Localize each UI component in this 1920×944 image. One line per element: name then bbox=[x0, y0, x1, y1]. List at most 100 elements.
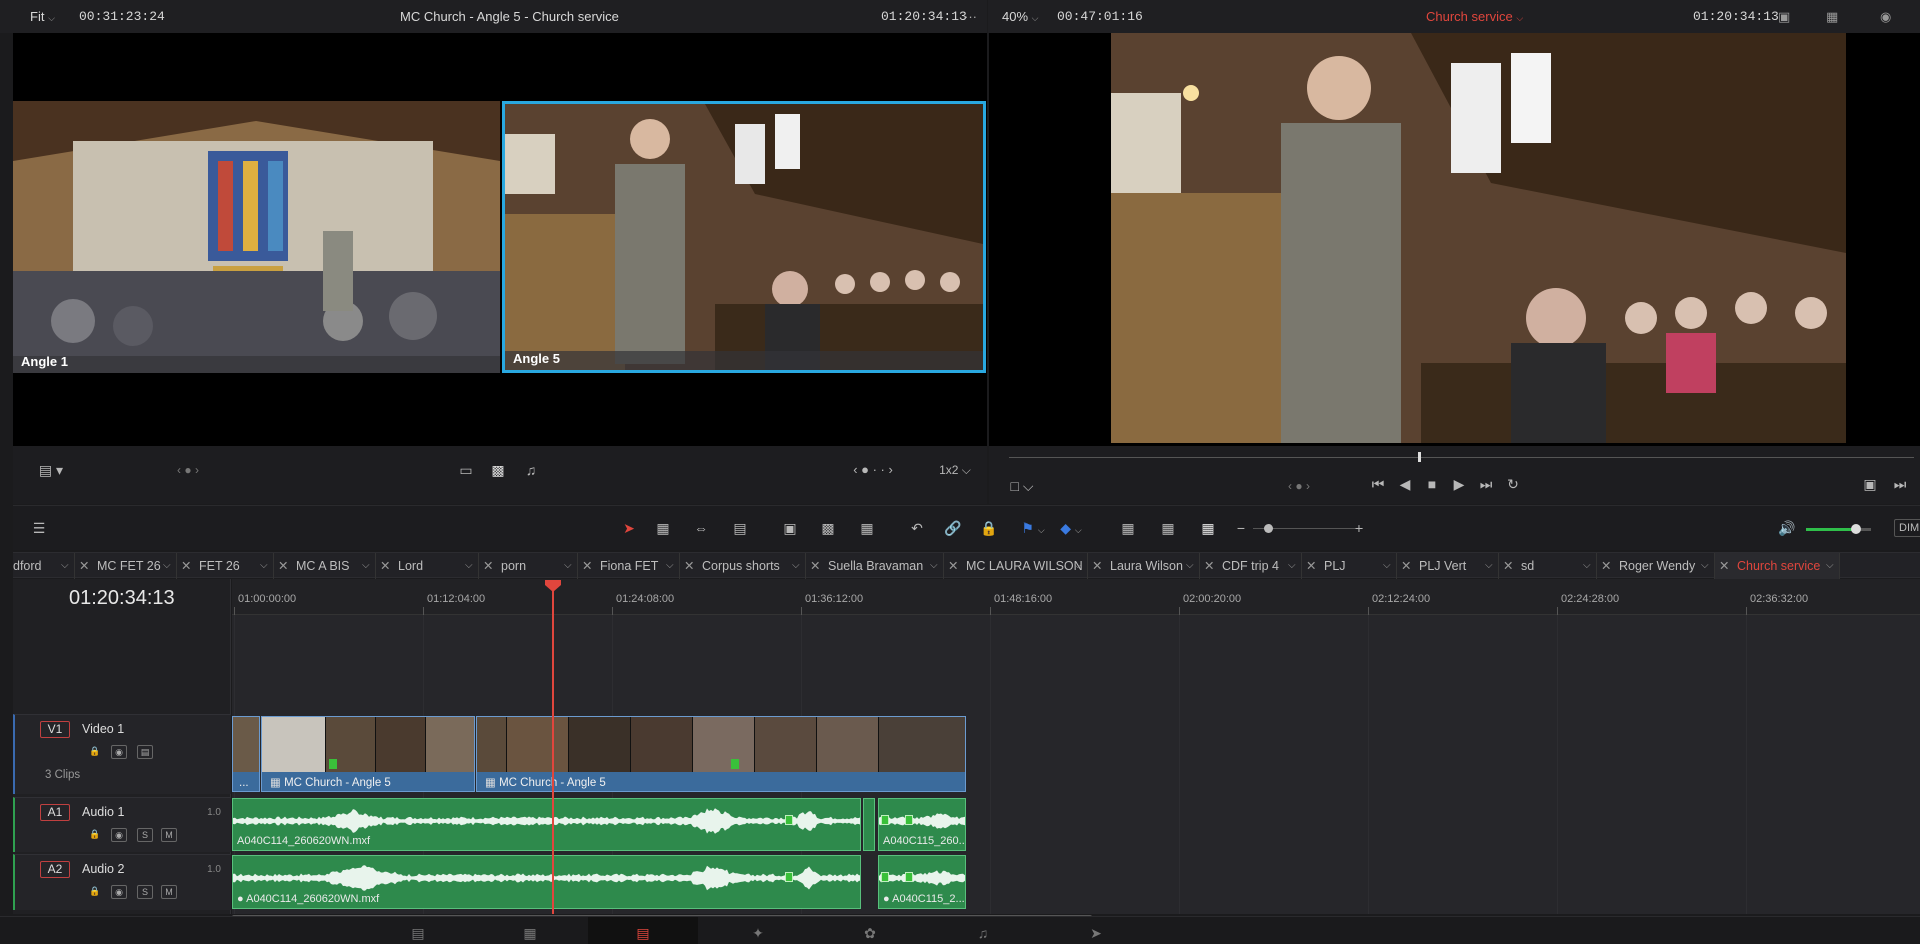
audio-clip[interactable]: A040C115_260... bbox=[878, 798, 966, 851]
timeline-tab[interactable]: ✕ FET 26 ⌵ bbox=[177, 553, 274, 579]
crop-icon[interactable]: □ ⌵ bbox=[1007, 478, 1037, 494]
timeline-tab[interactable]: ✕ MC LAURA WILSON ⌵ bbox=[944, 553, 1088, 579]
close-icon[interactable]: ✕ bbox=[278, 553, 288, 579]
position-lock-icon[interactable]: 🔒 bbox=[977, 520, 1001, 536]
playhead[interactable] bbox=[552, 585, 554, 914]
flag-icon[interactable]: ⚑ ⌵ bbox=[1018, 520, 1048, 538]
chevron-down-icon[interactable]: ⌵ bbox=[465, 553, 473, 579]
chevron-down-icon[interactable]: ⌵ bbox=[930, 553, 938, 579]
edit-page-tab[interactable]: ▤ bbox=[588, 917, 698, 944]
volume-slider[interactable] bbox=[1806, 528, 1856, 531]
timeline-ruler[interactable]: 01:00:00:00 01:12:04:00 01:24:08:00 01:36:1… bbox=[232, 579, 1920, 615]
viewer-mode-icon[interactable]: ▣ bbox=[1778, 0, 1790, 33]
angle-page-nav[interactable]: ‹ ● · · › bbox=[823, 462, 923, 478]
close-icon[interactable]: ✕ bbox=[1601, 553, 1611, 579]
step-back-icon[interactable]: ◀ bbox=[1394, 476, 1416, 492]
audio-clip[interactable]: ● A040C114_260620WN.mxf bbox=[232, 855, 861, 909]
clip-marker[interactable] bbox=[905, 815, 913, 825]
clip-marker[interactable] bbox=[881, 872, 889, 882]
timeline-tab[interactable]: ✕ Church service ⌵ bbox=[1715, 553, 1840, 579]
timeline-tab[interactable]: ✕ PLJ ⌵ bbox=[1302, 553, 1397, 579]
close-icon[interactable]: ✕ bbox=[1092, 553, 1102, 579]
clip-nav[interactable]: ‹ ● › bbox=[1274, 478, 1324, 494]
fairlight-page-icon[interactable]: ♫ bbox=[973, 925, 993, 941]
audio-only-icon[interactable]: ♫ bbox=[521, 462, 541, 478]
chevron-down-icon[interactable]: ⌵ bbox=[61, 553, 69, 579]
mute-button[interactable]: M bbox=[161, 885, 177, 899]
close-icon[interactable]: ✕ bbox=[79, 553, 89, 579]
replace-clip-icon[interactable]: ▦ bbox=[853, 520, 881, 536]
cut-page-icon[interactable]: ▦ bbox=[518, 925, 542, 941]
angle-nav[interactable]: ‹ ● › bbox=[163, 462, 213, 478]
trim-tool-icon[interactable]: ▦ bbox=[651, 520, 675, 536]
go-to-end-icon[interactable]: ⏭ bbox=[1475, 476, 1497, 492]
scrubber-handle[interactable] bbox=[1418, 452, 1421, 462]
timeline-tab[interactable]: ✕ Corpus shorts ⌵ bbox=[680, 553, 806, 579]
clip-marker[interactable] bbox=[785, 872, 793, 882]
zoom-slider-handle[interactable] bbox=[1264, 524, 1273, 533]
snapping-icon[interactable]: ↶ bbox=[905, 520, 929, 536]
clip-marker[interactable] bbox=[731, 759, 739, 769]
audio-clip[interactable]: ● A040C115_2... bbox=[878, 855, 966, 909]
stop-icon[interactable]: ■ bbox=[1421, 476, 1443, 492]
insert-clip-icon[interactable]: ▣ bbox=[778, 520, 802, 536]
chevron-down-icon[interactable]: ⌵ bbox=[1826, 553, 1834, 579]
mute-button[interactable]: M bbox=[161, 828, 177, 842]
blade-tool-icon[interactable]: ▤ bbox=[728, 520, 752, 536]
lock-icon[interactable]: 🔒 bbox=[87, 745, 103, 759]
close-icon[interactable]: ✕ bbox=[181, 553, 191, 579]
track-id-a2[interactable]: A2 bbox=[40, 861, 70, 878]
timeline-tab[interactable]: ✕ CDF trip 4 ⌵ bbox=[1200, 553, 1302, 579]
chevron-down-icon[interactable]: ⌵ bbox=[666, 553, 674, 579]
video-clip[interactable]: ▦ MC Church - Angle 5 bbox=[476, 716, 966, 792]
auto-select-icon[interactable]: ◉ bbox=[111, 885, 127, 899]
lock-icon[interactable]: 🔒 bbox=[87, 885, 103, 899]
timeline-tab[interactable]: ✕ Fiona FET ⌵ bbox=[578, 553, 680, 579]
volume-slider-handle[interactable] bbox=[1851, 524, 1861, 534]
chevron-down-icon[interactable]: ⌵ bbox=[1383, 553, 1391, 579]
timeline-tab[interactable]: ✕ MC FET 26 ⌵ bbox=[75, 553, 177, 579]
zoom-full-icon[interactable]: ▦ bbox=[1115, 520, 1141, 536]
angle-1-tile[interactable]: Angle 1 bbox=[13, 101, 500, 373]
next-frame-icon[interactable]: ⏭ bbox=[1889, 476, 1911, 492]
chevron-down-icon[interactable]: ⌵ bbox=[362, 553, 370, 579]
solo-button[interactable]: S bbox=[137, 885, 153, 899]
close-icon[interactable]: ✕ bbox=[1204, 553, 1214, 579]
close-icon[interactable]: ✕ bbox=[1401, 553, 1411, 579]
timeline-tab[interactable]: ✕ sd ⌵ bbox=[1499, 553, 1597, 579]
multicam-layout-icon[interactable]: ▤ ▾ bbox=[31, 462, 71, 478]
close-icon[interactable]: ✕ bbox=[810, 553, 820, 579]
play-icon[interactable]: ▶ bbox=[1448, 476, 1470, 492]
audio-clip[interactable]: A040C114_260620WN.mxf bbox=[232, 798, 861, 851]
close-icon[interactable]: ✕ bbox=[1306, 553, 1316, 579]
chevron-down-icon[interactable]: ⌵ bbox=[1074, 553, 1082, 579]
close-icon[interactable]: ✕ bbox=[684, 553, 694, 579]
timeline-tab[interactable]: ✕ Roger Wendy ⌵ bbox=[1597, 553, 1715, 579]
timeline-name-dropdown[interactable]: Church service ⌵ bbox=[1426, 0, 1523, 33]
clip-marker[interactable] bbox=[905, 872, 913, 882]
linked-selection-icon[interactable]: 🔗 bbox=[941, 520, 965, 536]
loop-icon[interactable]: ↻ bbox=[1502, 476, 1524, 492]
scrubber-bar[interactable] bbox=[1009, 457, 1914, 458]
track-name-v1[interactable]: Video 1 bbox=[82, 722, 124, 736]
track-id-v1[interactable]: V1 bbox=[40, 721, 70, 738]
zoom-detail-icon[interactable]: ▦ bbox=[1155, 520, 1181, 536]
auto-select-icon[interactable]: ◉ bbox=[111, 828, 127, 842]
color-page-icon[interactable]: ✿ bbox=[860, 925, 880, 941]
close-icon[interactable]: ✕ bbox=[483, 553, 493, 579]
close-icon[interactable]: ✕ bbox=[1503, 553, 1513, 579]
chevron-down-icon[interactable]: ⌵ bbox=[1701, 553, 1709, 579]
safe-area-icon[interactable]: ▦ bbox=[1826, 0, 1838, 33]
timeline-tab[interactable]: dford ⌵ bbox=[13, 553, 75, 579]
chevron-down-icon[interactable]: ⌵ bbox=[163, 553, 171, 579]
timeline-tab[interactable]: ✕ MC A BIS ⌵ bbox=[274, 553, 376, 579]
overwrite-clip-icon[interactable]: ▩ bbox=[816, 520, 840, 536]
dim-button[interactable]: DIM bbox=[1894, 519, 1920, 537]
auto-select-icon[interactable]: ◉ bbox=[111, 745, 127, 759]
angle-5-tile[interactable]: Angle 5 bbox=[502, 101, 986, 373]
video-clip[interactable]: ... bbox=[232, 716, 260, 792]
timeline-tab[interactable]: ✕ PLJ Vert ⌵ bbox=[1397, 553, 1499, 579]
deliver-page-icon[interactable]: ➤ bbox=[1086, 925, 1106, 941]
timeline-tab[interactable]: ✕ Laura Wilson ⌵ bbox=[1088, 553, 1200, 579]
chevron-down-icon[interactable]: ⌵ bbox=[1288, 553, 1296, 579]
